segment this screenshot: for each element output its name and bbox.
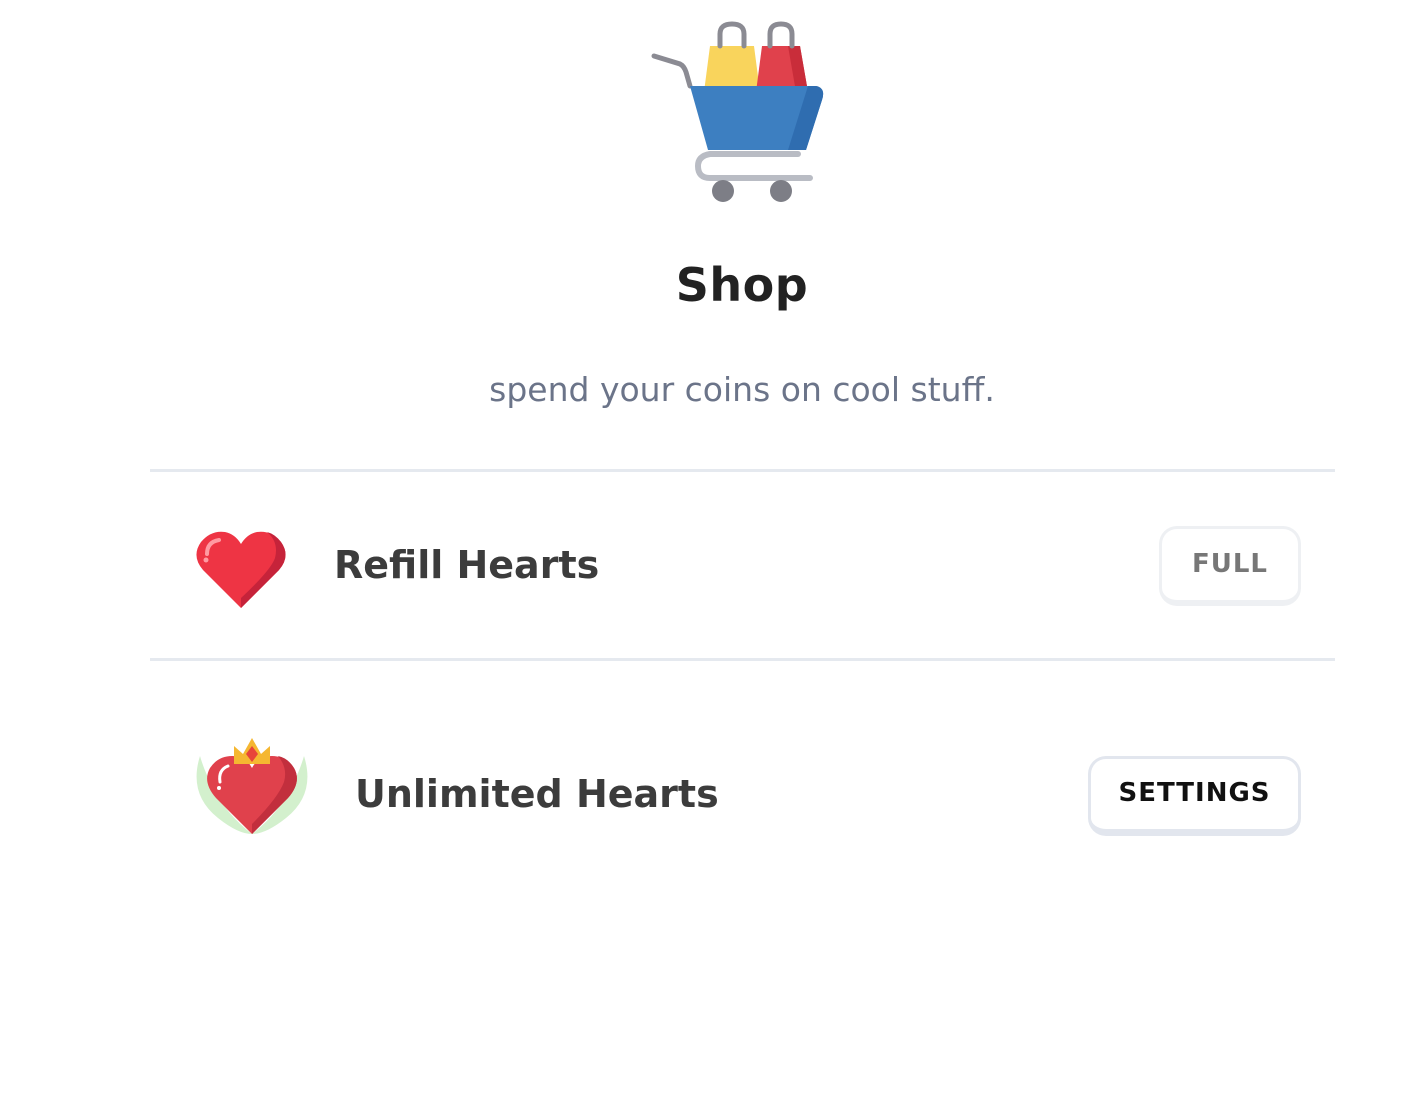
full-button[interactable]: FULL xyxy=(1159,526,1301,606)
item-label: Refill Hearts xyxy=(334,543,600,587)
shop-page: Shop spend your coins on cool stuff. Ref… xyxy=(0,0,1416,1120)
shopping-cart-icon xyxy=(651,21,824,202)
heart-icon xyxy=(196,531,286,608)
item-label: Unlimited Hearts xyxy=(355,772,719,816)
divider xyxy=(150,469,1335,472)
divider xyxy=(150,658,1335,661)
settings-button[interactable]: SETTINGS xyxy=(1088,756,1301,836)
page-title: Shop xyxy=(675,258,809,312)
page-subtitle: spend your coins on cool stuff. xyxy=(489,370,995,409)
crowned-heart-icon xyxy=(196,738,308,834)
